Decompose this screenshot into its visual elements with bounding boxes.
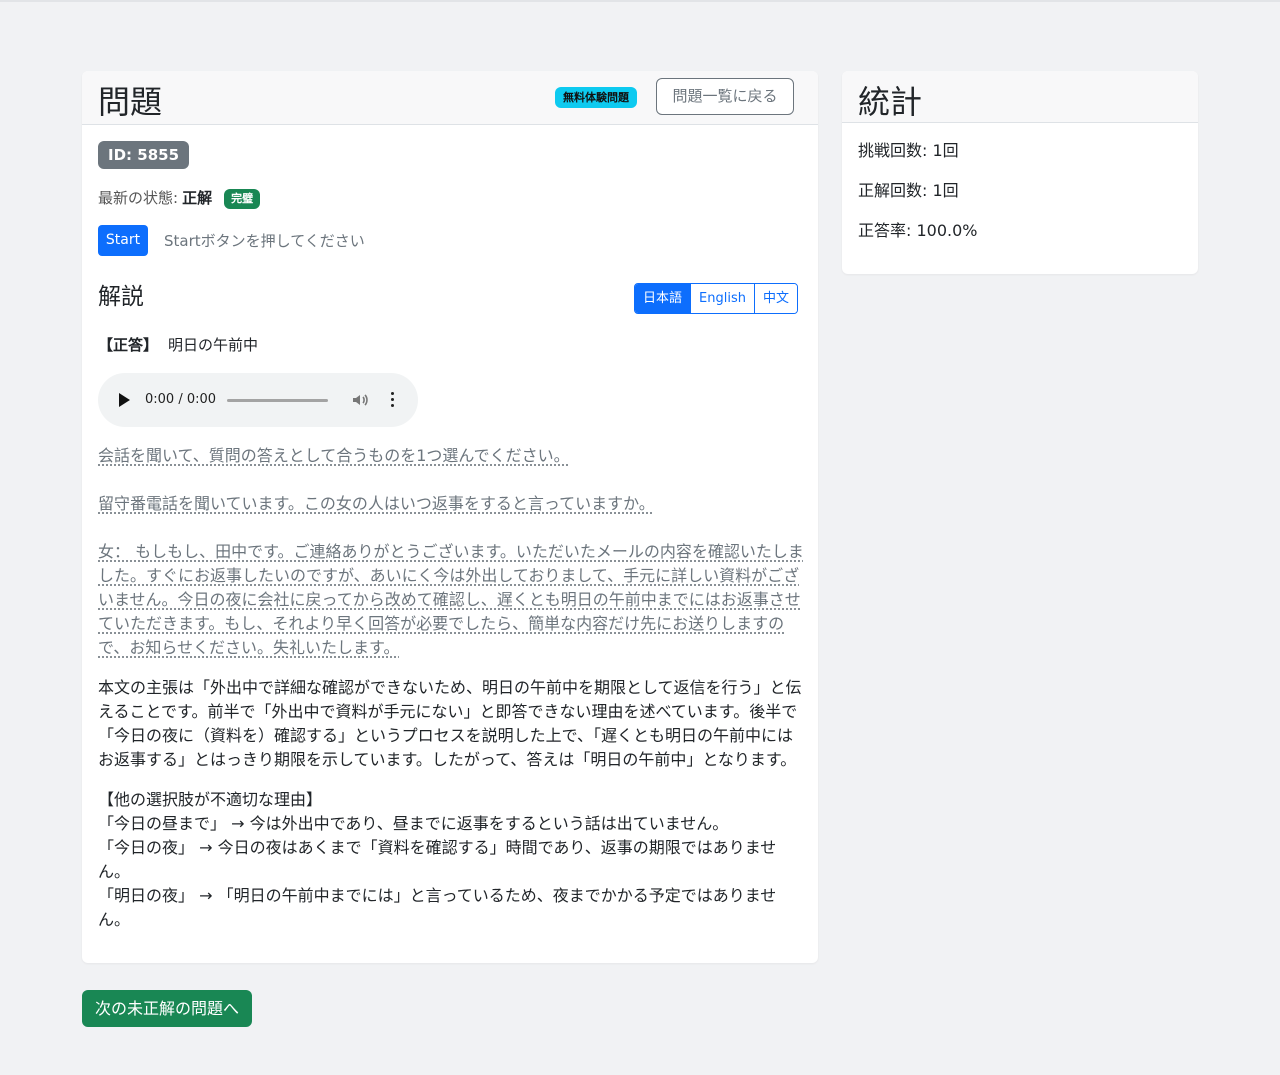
lang-english-button[interactable]: English [691,284,755,313]
attempt-count: 挑戦回数: 1回 [858,141,959,160]
correct-rate: 正答率: 100.0% [858,221,978,240]
play-icon[interactable] [119,393,130,407]
audio-player: 0:00 / 0:00 [98,373,418,427]
audio-time: 0:00 / 0:00 [145,392,217,407]
instruction-text: 会話を聞いて、質問の答えとして合うものを1つ選んでください。 [98,446,570,465]
problem-card: 問題 無料体験問題 問題一覧に戻る ID: 5855 最新の状態: 正解 完璧 St… [82,71,818,963]
stats-card-header: 統計 [842,71,1198,123]
transcript-text: 女： もしもし、田中です。ご連絡ありがとうございます。いただいたメールの内容を確… [98,542,804,657]
audio-progress-slider[interactable] [227,399,328,402]
other-option-2: 「今日の夜」 → 今日の夜はあくまで「資料を確認する」時間であり、返事の期限では… [98,838,777,881]
top-border [0,0,1280,2]
next-unsolved-button[interactable]: 次の未正解の問題へ [82,990,252,1027]
status-value: 正解 [182,189,213,207]
stats-card: 統計 挑戦回数: 1回 正解回数: 1回 正答率: 100.0% [842,71,1198,274]
other-options-title: 【他の選択肢が不適切な理由】 [98,790,323,809]
lang-japanese-button[interactable]: 日本語 [635,284,692,313]
other-option-3: 「明日の夜」 → 「明日の午前中までには」と言っているため、夜までかかる予定では… [98,886,777,929]
answer-value: 明日の午前中 [168,336,259,354]
other-option-1: 「今日の昼まで」 → 今は外出中であり、昼までに返事をするという話は出ていません… [98,814,729,833]
stats-title: 統計 [858,83,923,121]
status-label: 最新の状態: [98,189,179,207]
trial-badge: 無料体験問題 [555,87,637,108]
more-options-icon[interactable] [389,389,395,411]
other-options: 【他の選択肢が不適切な理由】 「今日の昼まで」 → 今は外出中であり、昼までに返… [98,788,804,932]
correct-answer: 【正答】 明日の午前中 [98,333,258,357]
language-toggle: 日本語 English 中文 [634,283,798,314]
correct-count: 正解回数: 1回 [858,181,959,200]
lang-chinese-button[interactable]: 中文 [754,284,797,313]
perfect-badge: 完璧 [224,189,261,209]
volume-icon[interactable] [350,390,370,410]
explanation-text: 本文の主張は「外出中で詳細な確認ができないため、明日の午前中を期限として返信を行… [98,678,802,769]
explanation-title: 解説 [98,284,144,310]
page-title: 問題 [98,83,163,121]
problem-id-badge: ID: 5855 [98,141,190,169]
status-line: 最新の状態: 正解 完璧 [98,186,261,210]
start-message: Startボタンを押してください [164,232,365,250]
answer-label: 【正答】 [98,336,159,354]
question-text: 留守番電話を聞いています。この女の人はいつ返事をすると言っていますか。 [98,494,655,513]
problem-card-header: 問題 無料体験問題 問題一覧に戻る [82,71,818,125]
back-to-list-button[interactable]: 問題一覧に戻る [656,78,794,115]
start-button[interactable]: Start [98,225,148,256]
